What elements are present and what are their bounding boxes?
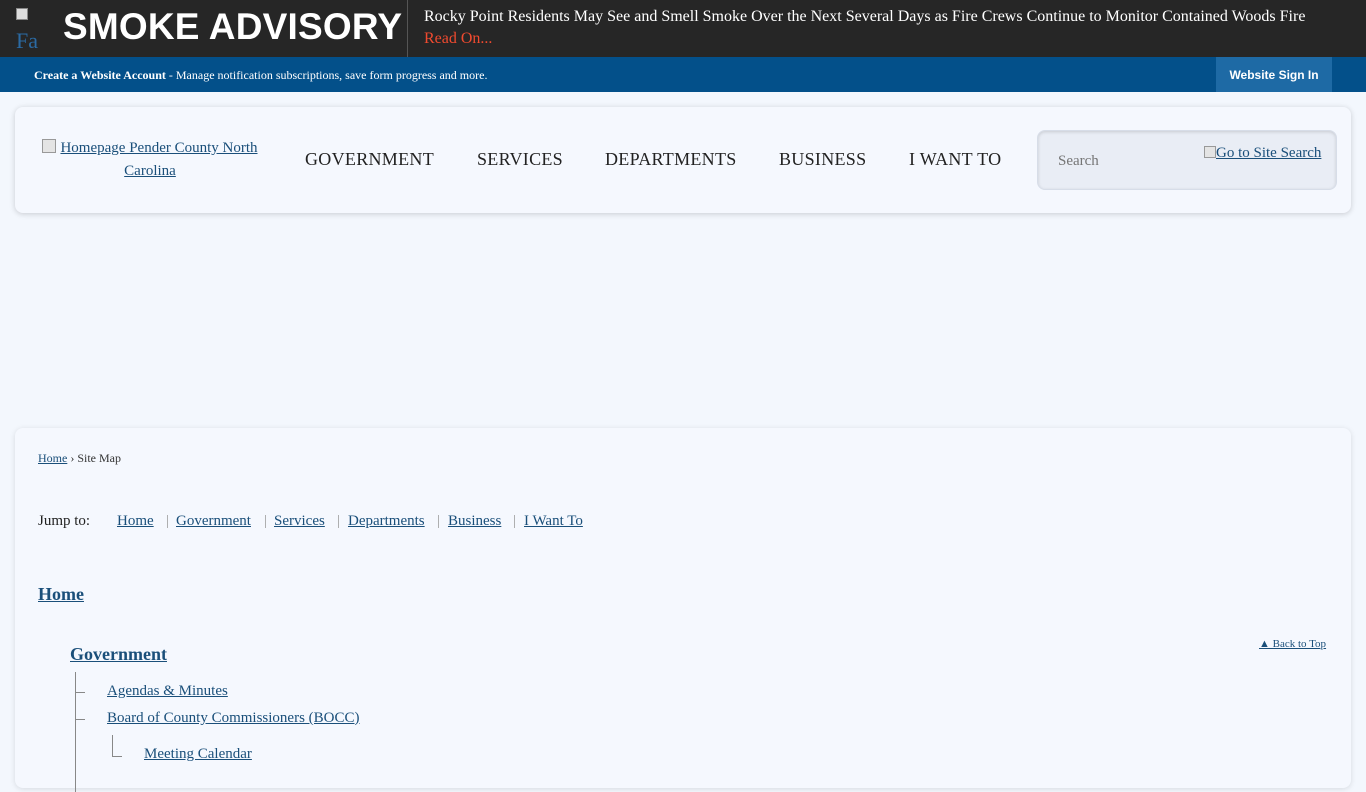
alert-image-alt: Fa (16, 28, 38, 50)
nav-government[interactable]: GOVERNMENT (305, 149, 434, 170)
breadcrumb-current: Site Map (77, 451, 121, 465)
jump-departments[interactable]: Departments (348, 513, 425, 530)
alert-read-on-link[interactable]: Read On... (424, 30, 492, 48)
search-button-label: Go to Site Search (1216, 145, 1322, 161)
account-bar: Create a Website Account - Manage notifi… (0, 57, 1366, 92)
tree-line (75, 672, 76, 792)
search-icon (1204, 146, 1216, 158)
nav-departments[interactable]: DEPARTMENTS (605, 149, 737, 170)
main-content: Home › Site Map Jump to: Home | Governme… (15, 428, 1351, 792)
breadcrumb: Home › Site Map (38, 451, 121, 466)
tree-line (75, 692, 85, 693)
jump-home[interactable]: Home (117, 513, 154, 530)
jump-government[interactable]: Government (176, 513, 251, 530)
search-input[interactable] (1056, 152, 1210, 171)
jump-i-want-to[interactable]: I Want To (524, 513, 583, 530)
jump-separator: | (166, 513, 170, 529)
nav-i-want-to[interactable]: I WANT TO (909, 149, 1001, 170)
jump-services[interactable]: Services (274, 513, 325, 530)
jump-separator: | (337, 513, 341, 529)
jump-to-label: Jump to: (38, 513, 91, 529)
tree-line (112, 735, 113, 757)
alert-headline: Rocky Point Residents May See and Smell … (424, 8, 1306, 25)
alert-image-icon: Fa (16, 8, 54, 50)
alert-title: SMOKE ADVISORY (63, 6, 403, 47)
nav-services[interactable]: SERVICES (477, 149, 563, 170)
logo-alt-text: Homepage Pender County North Carolina (60, 140, 258, 179)
tree-line (75, 719, 85, 720)
jump-separator: | (264, 513, 268, 529)
create-account-link[interactable]: Create a Website Account (34, 68, 166, 82)
breadcrumb-home[interactable]: Home (38, 451, 67, 465)
create-account-desc: - Manage notification subscriptions, sav… (165, 68, 488, 82)
sitemap-item-bocc[interactable]: Board of County Commissioners (BOCC) (107, 710, 360, 727)
jump-separator: | (513, 513, 517, 529)
website-sign-in-button[interactable]: Website Sign In (1216, 57, 1332, 92)
site-header: Homepage Pender County North Carolina GO… (15, 107, 1351, 213)
nav-business[interactable]: BUSINESS (779, 149, 866, 170)
sitemap-item-agendas-minutes[interactable]: Agendas & Minutes (107, 683, 228, 700)
sitemap-government-heading[interactable]: Government (70, 644, 167, 665)
sitemap-home-heading[interactable]: Home (38, 584, 84, 605)
site-search: Go to Site Search (1037, 130, 1337, 190)
alert-divider (407, 0, 408, 57)
homepage-logo-link[interactable]: Homepage Pender County North Carolina (30, 137, 270, 183)
back-to-top-link[interactable]: ▲ Back to Top (1259, 638, 1326, 650)
breadcrumb-separator: › (67, 451, 78, 465)
tree-line (112, 756, 122, 757)
account-text: Create a Website Account - Manage notifi… (34, 68, 487, 83)
logo-image-icon (42, 139, 57, 153)
sitemap-item-meeting-calendar[interactable]: Meeting Calendar (144, 746, 252, 763)
jump-business[interactable]: Business (448, 513, 501, 530)
search-button[interactable]: Go to Site Search (1204, 145, 1321, 162)
alert-bar: Fa SMOKE ADVISORY Rocky Point Residents … (0, 0, 1366, 57)
jump-separator: | (437, 513, 441, 529)
broken-image-icon (16, 8, 28, 20)
